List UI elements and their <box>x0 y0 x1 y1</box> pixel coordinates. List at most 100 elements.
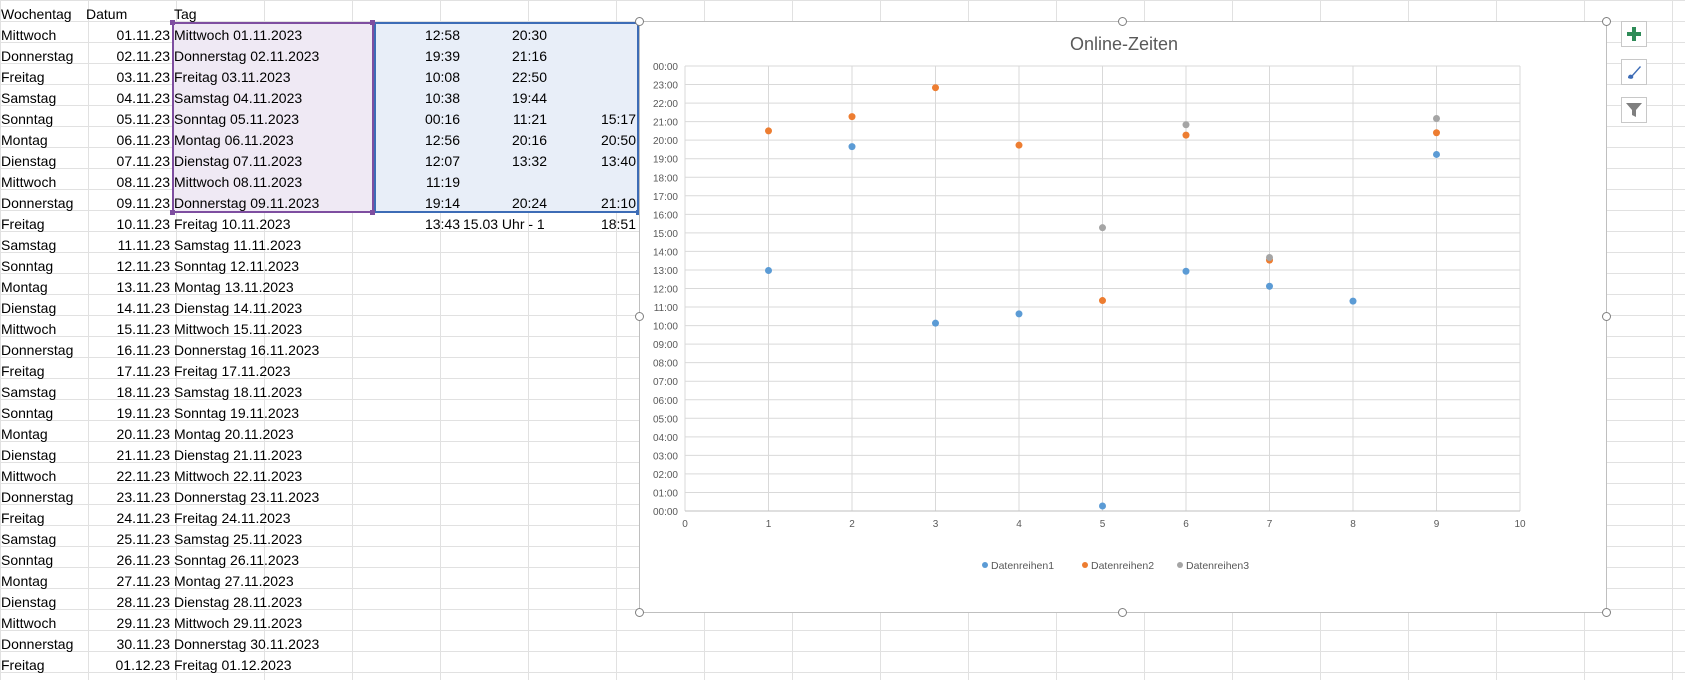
cell-time2[interactable]: 20:24 <box>463 193 547 214</box>
cell-datum[interactable]: 30.11.23 <box>86 634 170 655</box>
cell-wochentag[interactable]: Montag <box>1 130 85 151</box>
cell-tag[interactable]: Donnerstag 30.11.2023 <box>174 634 374 655</box>
cell-time1[interactable] <box>376 424 460 445</box>
cell-time1[interactable] <box>376 361 460 382</box>
cell-datum[interactable]: 22.11.23 <box>86 466 170 487</box>
chart-elements-button[interactable] <box>1621 21 1647 47</box>
cell-wochentag[interactable]: Mittwoch <box>1 319 85 340</box>
cell-time2[interactable] <box>463 508 547 529</box>
cell-time1[interactable]: 10:38 <box>376 88 460 109</box>
cell-tag[interactable]: Dienstag 14.11.2023 <box>174 298 374 319</box>
cell-time3[interactable] <box>550 67 636 88</box>
cell-time2[interactable] <box>463 382 547 403</box>
cell-time1[interactable] <box>376 298 460 319</box>
data-point-datenreihen3[interactable] <box>1182 121 1190 129</box>
data-point-datenreihen1[interactable] <box>1182 267 1190 275</box>
cell-wochentag[interactable]: Mittwoch <box>1 172 85 193</box>
cell-time2[interactable] <box>463 361 547 382</box>
cell-time1[interactable] <box>376 529 460 550</box>
cell-wochentag[interactable]: Freitag <box>1 655 85 676</box>
cell-time1[interactable] <box>376 445 460 466</box>
cell-time3[interactable] <box>550 403 636 424</box>
cell-time1[interactable]: 12:07 <box>376 151 460 172</box>
cell-time3[interactable] <box>550 340 636 361</box>
cell-wochentag[interactable]: Sonntag <box>1 109 85 130</box>
cell-tag[interactable]: Samstag 25.11.2023 <box>174 529 374 550</box>
cell-time3[interactable] <box>550 529 636 550</box>
cell-datum[interactable]: 13.11.23 <box>86 277 170 298</box>
data-point-datenreihen2[interactable] <box>1433 129 1440 137</box>
data-point-datenreihen2[interactable] <box>1015 141 1023 149</box>
cell-time3[interactable] <box>550 172 636 193</box>
cell-wochentag[interactable]: Mittwoch <box>1 613 85 634</box>
cell-time2[interactable] <box>463 550 547 571</box>
cell-time2[interactable] <box>463 256 547 277</box>
cell-time3[interactable] <box>550 235 636 256</box>
cell-time1[interactable] <box>376 571 460 592</box>
cell-tag[interactable]: Freitag 01.12.2023 <box>174 655 374 676</box>
cell-time1[interactable] <box>376 487 460 508</box>
cell-time3[interactable] <box>550 88 636 109</box>
cell-wochentag[interactable]: Sonntag <box>1 403 85 424</box>
cell-time3[interactable] <box>550 445 636 466</box>
cell-time1[interactable] <box>376 277 460 298</box>
cell-time1[interactable] <box>376 403 460 424</box>
cell-tag[interactable]: Sonntag 12.11.2023 <box>174 256 374 277</box>
cell-wochentag[interactable]: Donnerstag <box>1 634 85 655</box>
cell-tag[interactable]: Montag 06.11.2023 <box>174 130 374 151</box>
cell-wochentag[interactable]: Donnerstag <box>1 46 85 67</box>
cell-tag[interactable]: Mittwoch 22.11.2023 <box>174 466 374 487</box>
chart-resize-handle[interactable] <box>1118 608 1127 617</box>
legend-entry[interactable]: Datenreihen3 <box>1186 560 1249 572</box>
cell-time3[interactable]: 18:51 <box>550 214 636 235</box>
cell-wochentag[interactable]: Freitag <box>1 361 85 382</box>
cell-time3[interactable] <box>550 319 636 340</box>
data-point-datenreihen1[interactable] <box>932 319 939 327</box>
cell-tag[interactable]: Montag 27.11.2023 <box>174 571 374 592</box>
cell-time2[interactable]: 15.03 Uhr - 1 <box>463 214 547 235</box>
cell-time1[interactable] <box>376 508 460 529</box>
cell-tag[interactable]: Sonntag 26.11.2023 <box>174 550 374 571</box>
cell-time3[interactable] <box>550 256 636 277</box>
cell-wochentag[interactable]: Mittwoch <box>1 25 85 46</box>
cell-time3[interactable]: 20:50 <box>550 130 636 151</box>
cell-wochentag[interactable]: Mittwoch <box>1 466 85 487</box>
header-cell-datum[interactable]: Datum <box>86 4 170 25</box>
cell-time2[interactable]: 22:50 <box>463 67 547 88</box>
cell-datum[interactable]: 07.11.23 <box>86 151 170 172</box>
cell-tag[interactable]: Mittwoch 08.11.2023 <box>174 172 374 193</box>
cell-time2[interactable] <box>463 298 547 319</box>
cell-tag[interactable]: Donnerstag 09.11.2023 <box>174 193 374 214</box>
data-point-datenreihen1[interactable] <box>1266 282 1273 290</box>
cell-tag[interactable]: Samstag 04.11.2023 <box>174 88 374 109</box>
cell-time3[interactable] <box>550 487 636 508</box>
cell-time1[interactable]: 12:56 <box>376 130 460 151</box>
data-point-datenreihen2[interactable] <box>765 127 772 135</box>
cell-wochentag[interactable]: Montag <box>1 277 85 298</box>
chart-resize-handle[interactable] <box>1602 608 1611 617</box>
cell-datum[interactable]: 24.11.23 <box>86 508 170 529</box>
cell-time2[interactable] <box>463 403 547 424</box>
cell-time3[interactable] <box>550 382 636 403</box>
cell-time2[interactable] <box>463 340 547 361</box>
cell-time3[interactable]: 13:40 <box>550 151 636 172</box>
cell-time2[interactable] <box>463 592 547 613</box>
cell-datum[interactable]: 23.11.23 <box>86 487 170 508</box>
chart-resize-handle[interactable] <box>635 608 644 617</box>
cell-wochentag[interactable]: Donnerstag <box>1 193 85 214</box>
cell-time2[interactable] <box>463 655 547 676</box>
cell-wochentag[interactable]: Freitag <box>1 508 85 529</box>
cell-datum[interactable]: 06.11.23 <box>86 130 170 151</box>
cell-time2[interactable] <box>463 634 547 655</box>
cell-datum[interactable]: 10.11.23 <box>86 214 170 235</box>
cell-datum[interactable]: 02.11.23 <box>86 46 170 67</box>
cell-time1[interactable] <box>376 466 460 487</box>
cell-datum[interactable]: 01.11.23 <box>86 25 170 46</box>
cell-tag[interactable]: Dienstag 21.11.2023 <box>174 445 374 466</box>
cell-datum[interactable]: 04.11.23 <box>86 88 170 109</box>
chart-styles-button[interactable] <box>1621 59 1647 85</box>
cell-time2[interactable] <box>463 571 547 592</box>
cell-datum[interactable]: 03.11.23 <box>86 67 170 88</box>
cell-tag[interactable]: Freitag 10.11.2023 <box>174 214 374 235</box>
data-point-datenreihen1[interactable] <box>765 267 772 275</box>
